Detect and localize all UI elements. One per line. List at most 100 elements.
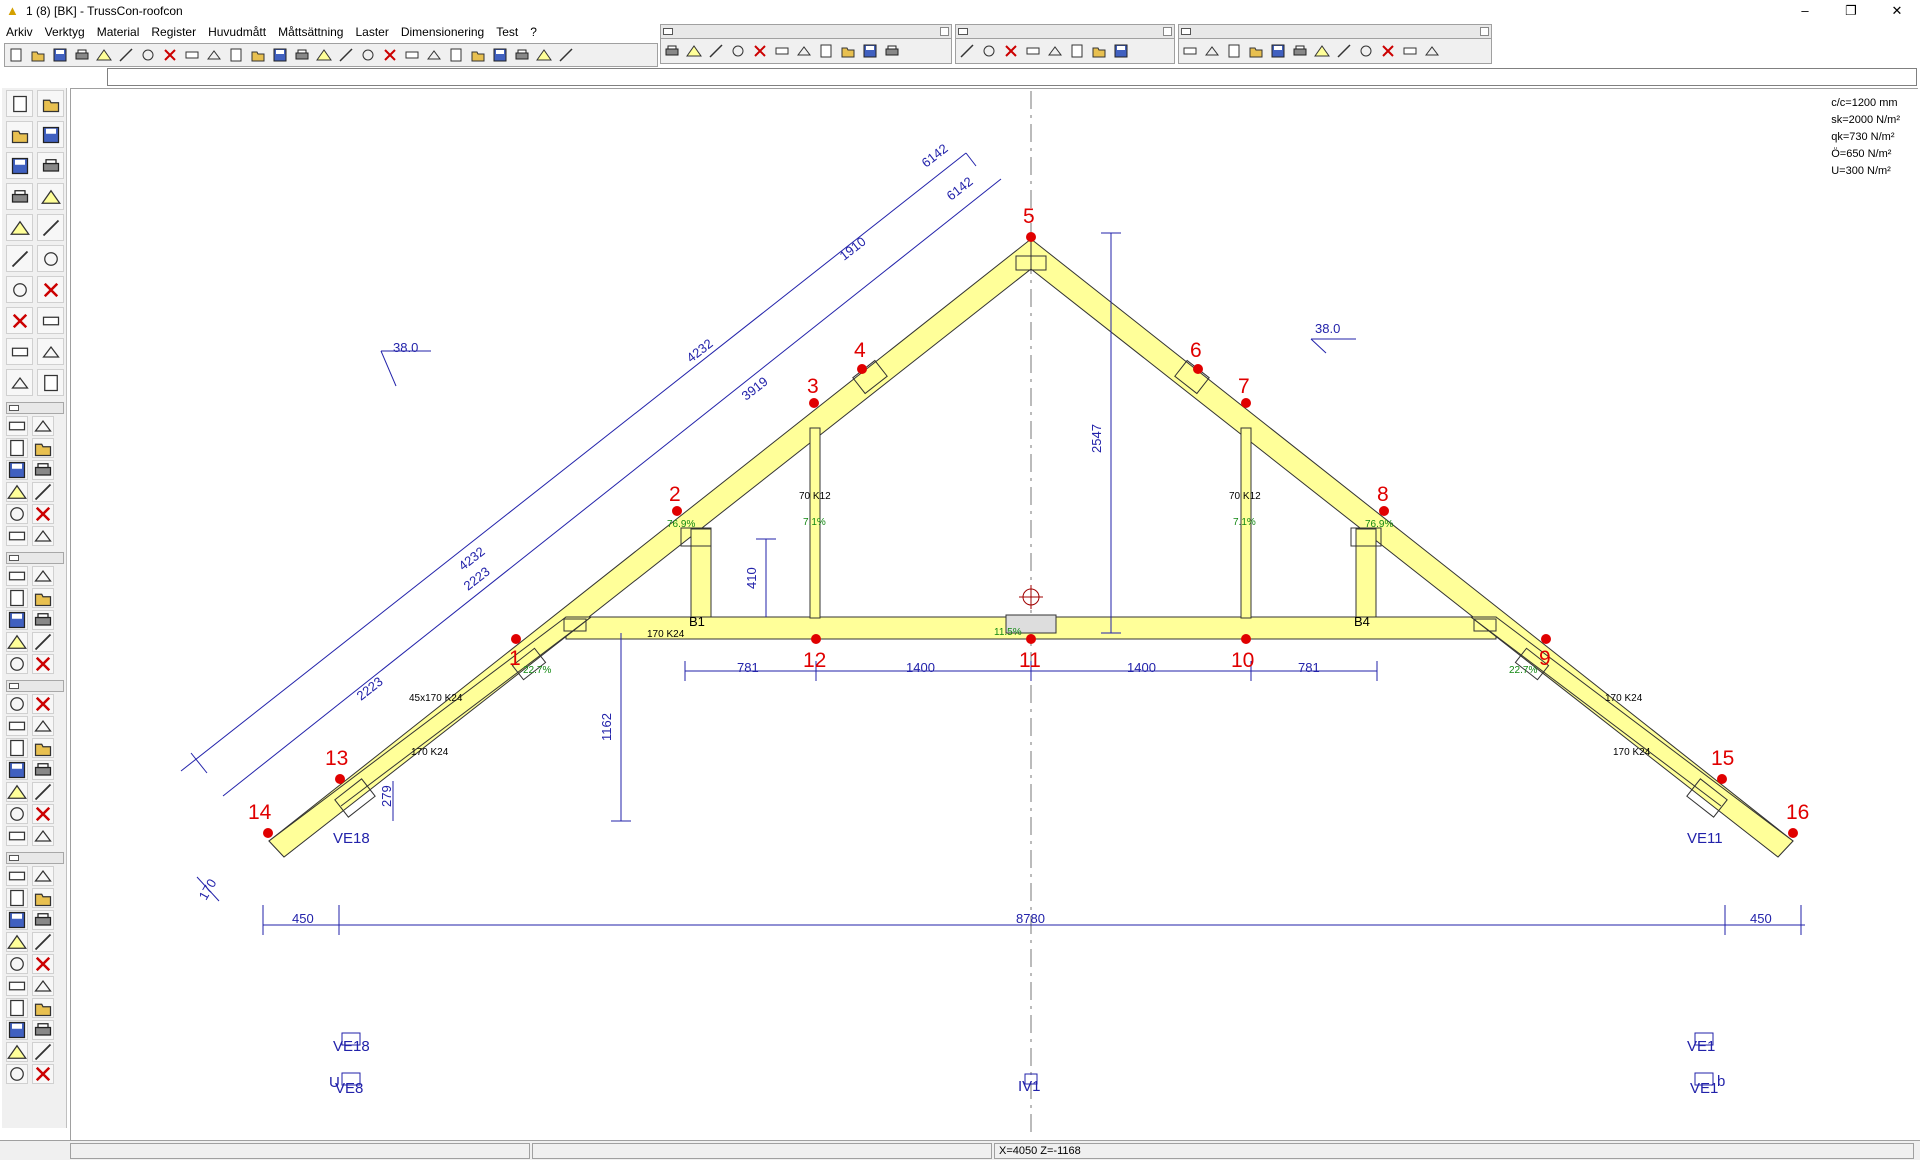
print-icon[interactable] xyxy=(71,44,93,66)
truss-edit-b-icon[interactable] xyxy=(32,416,54,436)
grid-icon[interactable] xyxy=(335,44,357,66)
menu-arkiv[interactable]: Arkiv xyxy=(0,22,39,42)
hatch-icon[interactable] xyxy=(837,40,859,62)
draw-glass-b-icon[interactable] xyxy=(32,1064,54,1084)
maximize-button[interactable]: ❐ xyxy=(1828,0,1874,22)
force-v-icon[interactable] xyxy=(6,183,33,210)
node-up-icon[interactable] xyxy=(6,460,28,480)
glasses-tool-icon[interactable] xyxy=(6,632,28,652)
plate-e-icon[interactable] xyxy=(32,738,54,758)
blank-e-icon[interactable] xyxy=(32,932,54,952)
draw-poly-icon[interactable] xyxy=(32,866,54,886)
line-c-icon[interactable] xyxy=(705,40,727,62)
measure-icon[interactable] xyxy=(37,338,64,365)
brush-icon[interactable] xyxy=(6,307,33,334)
rafter-b-icon[interactable] xyxy=(32,438,54,458)
truss-icon[interactable] xyxy=(115,44,137,66)
plate-i-icon[interactable] xyxy=(32,782,54,802)
beam-c-icon[interactable] xyxy=(1355,40,1377,62)
roof-c-icon[interactable] xyxy=(1267,40,1289,62)
delete-red-icon[interactable] xyxy=(1421,40,1443,62)
plate-a-icon[interactable] xyxy=(6,694,28,714)
draw-clock-icon[interactable] xyxy=(32,888,54,908)
load-point-icon[interactable] xyxy=(6,90,33,117)
draw-del-b-icon[interactable] xyxy=(32,1020,54,1040)
minimize-button[interactable]: – xyxy=(1782,0,1828,22)
web-a-icon[interactable] xyxy=(6,526,28,546)
scale-icon[interactable] xyxy=(1201,40,1223,62)
draw-rect-c-icon[interactable] xyxy=(6,998,28,1018)
hand-icon[interactable] xyxy=(1179,40,1201,62)
circle-tool-b-icon[interactable] xyxy=(32,566,54,586)
draw-cross-icon[interactable] xyxy=(6,954,28,974)
load-line-icon[interactable] xyxy=(37,121,64,148)
beam-a-icon[interactable] xyxy=(1311,40,1333,62)
brace-2-icon[interactable] xyxy=(978,40,1000,62)
circle-tool-icon[interactable] xyxy=(6,566,28,586)
slope-icon[interactable] xyxy=(511,44,533,66)
draw-circle-icon[interactable] xyxy=(6,888,28,908)
open-icon[interactable] xyxy=(27,44,49,66)
draw-frame-icon[interactable] xyxy=(6,1042,28,1062)
new-icon[interactable] xyxy=(5,44,27,66)
draw-hatch-icon[interactable] xyxy=(32,998,54,1018)
blank-c-icon[interactable] xyxy=(32,716,54,736)
drawing-canvas[interactable]: 1 2 3 4 5 6 7 8 9 10 11 12 13 14 15 16 6… xyxy=(70,88,1918,1140)
clock-icon[interactable] xyxy=(771,40,793,62)
key-multi-icon[interactable] xyxy=(225,44,247,66)
wall-icon[interactable] xyxy=(357,44,379,66)
roof-a-icon[interactable] xyxy=(1223,40,1245,62)
node-join-icon[interactable] xyxy=(6,482,28,502)
menu-dimensionering[interactable]: Dimensionering xyxy=(395,22,490,42)
truss-edit-a-icon[interactable] xyxy=(6,416,28,436)
plate-h-icon[interactable] xyxy=(6,782,28,802)
eyeglasses-icon[interactable] xyxy=(247,44,269,66)
printer-setup-icon[interactable] xyxy=(93,44,115,66)
roof-load-icon[interactable] xyxy=(37,276,64,303)
web-b-icon[interactable] xyxy=(32,526,54,546)
plate-view-icon[interactable] xyxy=(6,826,28,846)
truss-drawing[interactable]: 1 2 3 4 5 6 7 8 9 10 11 12 13 14 15 16 6… xyxy=(71,89,1919,1141)
beam-load-icon[interactable] xyxy=(37,245,64,272)
delete-x-icon[interactable] xyxy=(815,40,837,62)
bucket-icon[interactable] xyxy=(379,44,401,66)
node-split-icon[interactable] xyxy=(32,482,54,502)
chord-a-icon[interactable] xyxy=(6,504,28,524)
plate-d-icon[interactable] xyxy=(6,738,28,758)
force-h-icon[interactable] xyxy=(6,152,33,179)
help-arrow-icon[interactable] xyxy=(37,369,64,396)
key-icon[interactable] xyxy=(203,44,225,66)
draw-frame-b-icon[interactable] xyxy=(32,1042,54,1062)
house-icon[interactable] xyxy=(313,44,335,66)
line-b-icon[interactable] xyxy=(683,40,705,62)
left-group-header-1[interactable] xyxy=(6,402,64,414)
triangle-tool-icon[interactable] xyxy=(6,588,28,608)
draw-arc-icon[interactable] xyxy=(6,932,28,952)
truss-edit-icon[interactable] xyxy=(1110,40,1132,62)
roof-b-icon[interactable] xyxy=(1245,40,1267,62)
select-node-icon[interactable] xyxy=(423,44,445,66)
rafter-a-icon[interactable] xyxy=(6,438,28,458)
draw-circ-b-icon[interactable] xyxy=(6,910,28,930)
force-x-icon[interactable] xyxy=(37,152,64,179)
eye-icon[interactable] xyxy=(401,44,423,66)
load-dir-icon[interactable] xyxy=(6,121,33,148)
undo-icon[interactable] xyxy=(269,44,291,66)
circle-plus-icon[interactable] xyxy=(749,40,771,62)
menu-help[interactable]: ? xyxy=(524,22,543,42)
left-group-header-3[interactable] xyxy=(6,680,64,692)
blank-a-icon[interactable] xyxy=(32,460,54,480)
draw-cross-b-icon[interactable] xyxy=(32,954,54,974)
node-a-icon[interactable] xyxy=(445,44,467,66)
wrench-icon[interactable] xyxy=(1088,40,1110,62)
command-input[interactable] xyxy=(107,68,1917,86)
redo-icon[interactable] xyxy=(291,44,313,66)
menu-verktyg[interactable]: Verktyg xyxy=(39,22,91,42)
draw-rect-icon[interactable] xyxy=(6,976,28,996)
toolbar-header-draw1[interactable] xyxy=(660,24,952,38)
beam-d-icon[interactable] xyxy=(1377,40,1399,62)
slope-load-icon[interactable] xyxy=(6,245,33,272)
slope-3-icon[interactable] xyxy=(555,44,577,66)
load-dist-icon[interactable] xyxy=(37,90,64,117)
pointer-icon[interactable] xyxy=(1022,40,1044,62)
